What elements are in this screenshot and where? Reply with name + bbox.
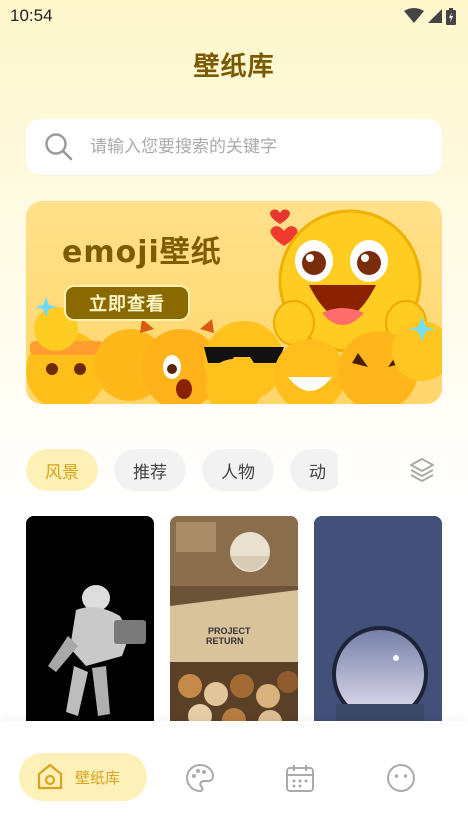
page-title: 壁纸库	[193, 52, 275, 82]
svg-text:PROJECT: PROJECT	[208, 626, 251, 636]
food-photo-image: PROJECT RETURN	[170, 516, 298, 736]
category-chip-anime[interactable]: 动	[290, 449, 338, 491]
home-icon	[37, 763, 63, 790]
wallpaper-grid: PROJECT RETURN	[26, 516, 442, 736]
status-time: 10:54	[10, 6, 53, 25]
view-now-button[interactable]: 立即查看	[64, 285, 190, 321]
wallpaper-thumbnail[interactable]	[26, 516, 154, 736]
status-icons	[404, 7, 456, 25]
svg-text:RETURN: RETURN	[206, 636, 244, 646]
category-chip-landscape[interactable]: 风景	[26, 449, 98, 491]
signal-icon	[428, 9, 442, 23]
emoji-banner[interactable]: emoji壁纸 立即查看	[26, 201, 442, 404]
astronaut-image	[26, 516, 154, 736]
wallpaper-thumbnail[interactable]	[314, 516, 442, 736]
window-view-image	[314, 516, 442, 736]
tab-wallpaper-library[interactable]: 壁纸库	[19, 753, 147, 801]
palette-icon[interactable]	[184, 762, 216, 794]
search-icon[interactable]	[44, 132, 74, 162]
wallpaper-thumbnail[interactable]: PROJECT RETURN	[170, 516, 298, 736]
battery-icon	[446, 7, 456, 25]
search-input[interactable]	[90, 137, 410, 157]
status-bar: 10:54	[0, 0, 468, 32]
category-chip-people[interactable]: 人物	[202, 449, 274, 491]
category-chip-recommended[interactable]: 推荐	[114, 449, 186, 491]
wifi-icon	[404, 8, 424, 23]
layers-icon[interactable]	[408, 456, 436, 484]
banner-title: emoji壁纸	[62, 235, 222, 270]
calendar-icon[interactable]	[284, 762, 316, 794]
search-bar[interactable]	[26, 119, 442, 175]
tab-label: 壁纸库	[75, 768, 121, 787]
smiley-icon[interactable]	[385, 762, 417, 794]
category-tabs: 风景 推荐 人物 动	[26, 449, 338, 491]
bottom-tab-bar: 壁纸库	[0, 721, 468, 832]
